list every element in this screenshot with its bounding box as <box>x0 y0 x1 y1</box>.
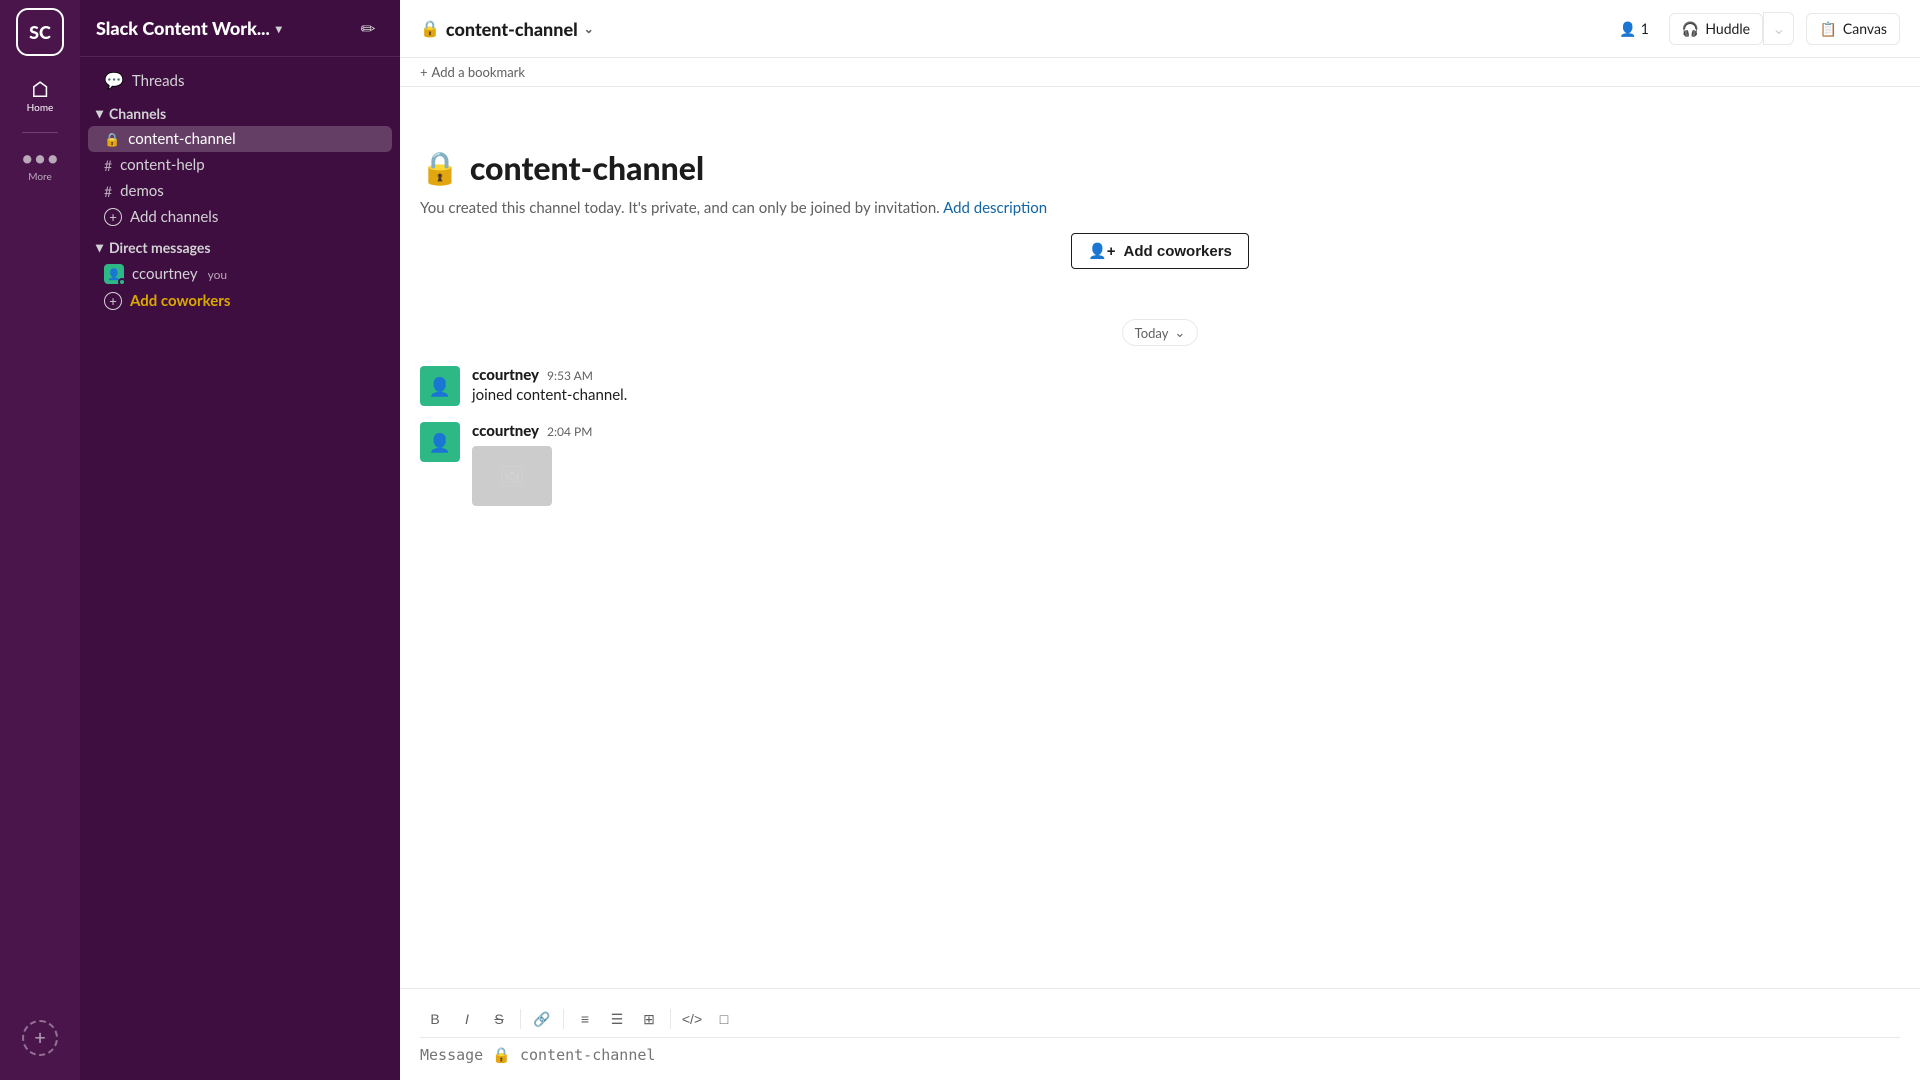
hash-icon: # <box>104 183 112 200</box>
workspace-name[interactable]: Slack Content Work... ▾ <box>96 17 282 39</box>
message-author[interactable]: ccourtney <box>472 422 539 440</box>
channels-section-header[interactable]: ▾ Channels <box>80 96 400 126</box>
workspace-avatar[interactable]: SC <box>16 8 64 56</box>
chevron-down-icon: ⌄ <box>1772 19 1785 38</box>
plus-icon: + <box>420 64 428 80</box>
channel-intro-header: 🔒 content-channel <box>420 147 1900 187</box>
direct-messages-section-header[interactable]: ▾ Direct messages <box>80 230 400 260</box>
headphone-icon: 🎧 <box>1682 20 1699 38</box>
hash-icon: # <box>104 157 112 174</box>
toolbar-divider <box>670 1009 671 1029</box>
compose-button[interactable]: ✏ <box>352 12 384 44</box>
message-input[interactable] <box>420 1046 1900 1064</box>
italic-button[interactable]: I <box>452 1005 482 1033</box>
composer: B I S 🔗 ≡ ☰ ⊞ </> □ <box>400 988 1920 1080</box>
huddle-button-group: 🎧 Huddle ⌄ <box>1669 12 1795 45</box>
toolbar-divider <box>563 1009 564 1029</box>
message-author[interactable]: ccourtney <box>472 366 539 384</box>
message-group: 👤 ccourtney 9:53 AM joined content-chann… <box>420 366 1900 406</box>
icon-rail: SC ⌂ Home ••• More + <box>0 0 80 1080</box>
main-content: 🔒 content-channel ⌄ 👤 1 🎧 Huddle ⌄ 📋 Can… <box>400 0 1920 1080</box>
you-badge: you <box>208 267 228 282</box>
add-circle-icon: + <box>104 208 122 226</box>
add-channels-item[interactable]: + Add channels <box>88 204 392 230</box>
workspace-dropdown-icon: ▾ <box>276 21 282 36</box>
collapse-icon: ▾ <box>96 104 103 122</box>
dm-item-ccourtney[interactable]: 👤 ccourtney you <box>88 260 392 288</box>
today-divider: Today ⌄ <box>420 319 1900 346</box>
strikethrough-button[interactable]: S <box>484 1005 514 1033</box>
threads-nav-item[interactable]: 💬 Threads <box>88 65 392 96</box>
more-nav-item[interactable]: ••• More <box>16 141 64 189</box>
channel-intro-text: You created this channel today. It's pri… <box>420 199 1900 217</box>
avatar: 👤 <box>420 366 460 406</box>
add-person-icon: 👤+ <box>1088 242 1115 260</box>
avatar: 👤 <box>420 422 460 462</box>
more-icon: ••• <box>21 147 59 169</box>
code-block-button[interactable]: □ <box>709 1005 739 1033</box>
add-description-link[interactable]: Add description <box>943 199 1047 217</box>
rail-divider <box>22 132 58 133</box>
message-content: ccourtney 9:53 AM joined content-channel… <box>472 366 1900 406</box>
canvas-icon: 📋 <box>1819 20 1836 38</box>
dm-avatar-ccourtney: 👤 <box>104 264 124 284</box>
bold-button[interactable]: B <box>420 1005 450 1033</box>
channel-item-content-channel[interactable]: 🔒 content-channel <box>88 126 392 152</box>
channel-header: 🔒 content-channel ⌄ 👤 1 🎧 Huddle ⌄ 📋 Can… <box>400 0 1920 58</box>
today-badge-button[interactable]: Today ⌄ <box>1122 319 1199 346</box>
block-button[interactable]: ⊞ <box>634 1005 664 1033</box>
channel-intro: 🔒 content-channel You created this chann… <box>420 107 1900 299</box>
message-meta: ccourtney 2:04 PM <box>472 422 1900 440</box>
home-nav-item[interactable]: ⌂ Home <box>16 72 64 120</box>
threads-icon: 💬 <box>104 71 124 90</box>
channel-title[interactable]: 🔒 content-channel ⌄ <box>420 18 594 40</box>
message-group: 👤 ccourtney 2:04 PM 🖼 <box>420 422 1900 506</box>
member-icon: 👤 <box>1619 20 1636 38</box>
header-actions: 👤 1 🎧 Huddle ⌄ 📋 Canvas <box>1611 12 1900 45</box>
channel-lock-icon: 🔒 <box>420 19 440 38</box>
sidebar-header: Slack Content Work... ▾ ✏ <box>80 0 400 57</box>
collapse-icon: ▾ <box>96 238 103 256</box>
add-workspace-button[interactable]: + <box>22 1020 58 1056</box>
message-content: ccourtney 2:04 PM 🖼 <box>472 422 1900 506</box>
lock-icon: 🔒 <box>104 131 120 148</box>
ordered-list-button[interactable]: ☰ <box>602 1005 632 1033</box>
online-status-indicator <box>118 278 126 286</box>
code-button[interactable]: </> <box>677 1005 707 1033</box>
home-icon: ⌂ <box>32 78 49 100</box>
huddle-button[interactable]: 🎧 Huddle <box>1669 13 1763 45</box>
toolbar-divider <box>520 1009 521 1029</box>
message-image: 🖼 <box>472 446 552 506</box>
message-meta: ccourtney 9:53 AM <box>472 366 1900 384</box>
channel-item-demos[interactable]: # demos <box>88 178 392 204</box>
add-circle-icon: + <box>104 292 122 310</box>
link-button[interactable]: 🔗 <box>527 1005 557 1033</box>
member-count-button[interactable]: 👤 1 <box>1611 16 1657 42</box>
plus-icon: + <box>34 1026 46 1050</box>
sidebar: Slack Content Work... ▾ ✏ 💬 Threads ▾ Ch… <box>80 0 400 1080</box>
message-time: 2:04 PM <box>547 424 592 439</box>
chevron-down-icon: ⌄ <box>1174 324 1185 341</box>
compose-icon: ✏ <box>360 17 375 40</box>
channel-dropdown-icon: ⌄ <box>584 21 594 36</box>
add-bookmark-button[interactable]: + Add a bookmark <box>420 64 525 80</box>
huddle-dropdown-button[interactable]: ⌄ <box>1763 12 1794 45</box>
canvas-button[interactable]: 📋 Canvas <box>1806 13 1900 45</box>
composer-toolbar: B I S 🔗 ≡ ☰ ⊞ </> □ <box>420 1001 1900 1038</box>
sidebar-nav: 💬 Threads ▾ Channels 🔒 content-channel #… <box>80 57 400 322</box>
unordered-list-button[interactable]: ≡ <box>570 1005 600 1033</box>
message-text: joined content-channel. <box>472 386 1900 404</box>
message-area: 🔒 content-channel You created this chann… <box>400 87 1920 988</box>
add-coworkers-button[interactable]: 👤+ Add coworkers <box>1071 233 1249 269</box>
add-coworkers-item[interactable]: + Add coworkers <box>88 288 392 314</box>
channel-item-content-help[interactable]: # content-help <box>88 152 392 178</box>
bookmark-bar: + Add a bookmark <box>400 58 1920 87</box>
message-time: 9:53 AM <box>547 368 593 383</box>
intro-lock-icon: 🔒 <box>420 147 460 187</box>
